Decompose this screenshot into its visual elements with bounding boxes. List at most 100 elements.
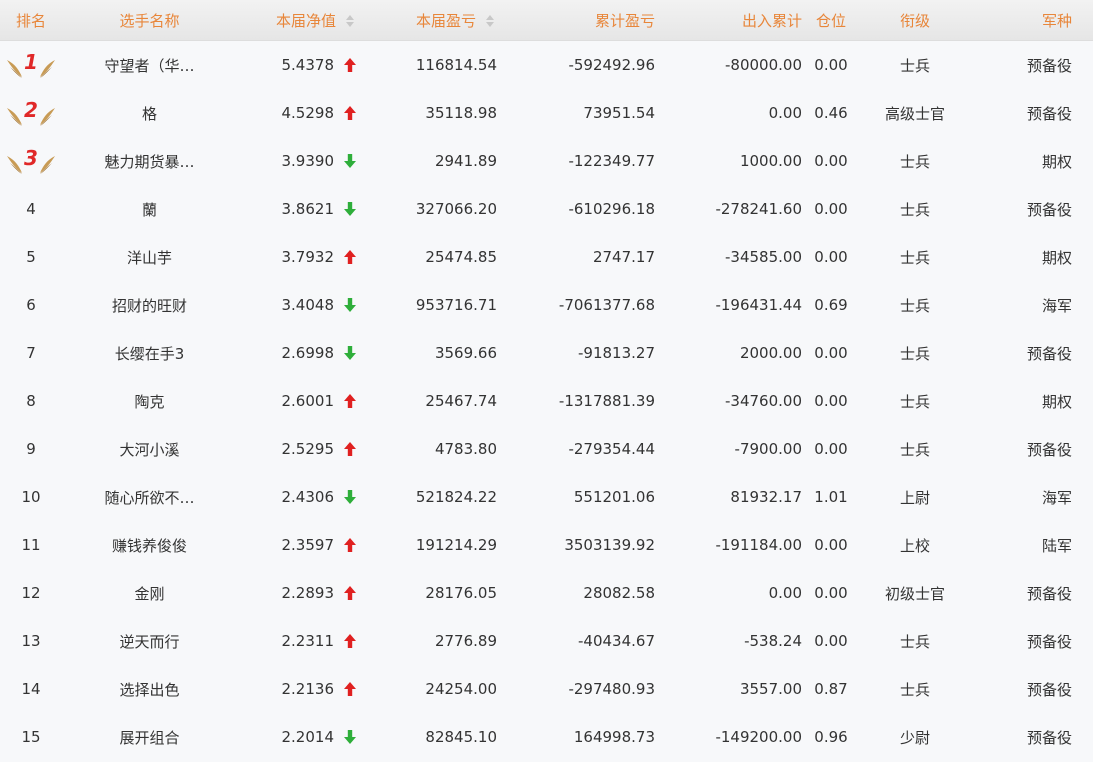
cell-type: 预备役 xyxy=(1026,104,1072,123)
arrow-up-icon xyxy=(343,105,357,121)
table-row[interactable]: 4 蘭 3.8621 327066.20 -610296.18 -278241.… xyxy=(0,185,1093,233)
cell-player-name[interactable]: 赚钱养俊俊 xyxy=(62,535,237,556)
nav-value: 2.4306 xyxy=(281,488,335,506)
cell-io: 81932.17 xyxy=(730,488,802,506)
cell-cur-pnl: 2776.89 xyxy=(434,632,497,650)
cell-player-name[interactable]: 蘭 xyxy=(62,199,237,220)
arrow-up-icon xyxy=(343,393,357,409)
cell-grade: 士兵 xyxy=(899,200,930,219)
cell-type: 海军 xyxy=(1041,488,1072,507)
cell-player-name[interactable]: 招财的旺财 xyxy=(62,295,237,316)
cell-rank: 10 xyxy=(0,488,62,506)
cell-cum-pnl: -91813.27 xyxy=(578,344,655,362)
table-row[interactable]: 10 随心所欲不… 2.4306 521824.22 551201.06 819… xyxy=(0,473,1093,521)
cell-io: -34585.00 xyxy=(725,248,802,266)
cell-grade: 士兵 xyxy=(899,56,930,75)
rank-number: 12 xyxy=(21,584,41,602)
cell-position: 0.00 xyxy=(814,392,848,410)
cell-player-name[interactable]: 长缨在手3 xyxy=(62,343,237,364)
cell-cum-pnl: -7061377.68 xyxy=(558,296,655,314)
rank-number: 2 xyxy=(24,98,38,122)
cell-cur-pnl: 953716.71 xyxy=(415,296,497,314)
medal-wings-icon: 1 xyxy=(5,48,57,82)
arrow-up-icon xyxy=(343,441,357,457)
arrow-down-icon xyxy=(343,489,357,505)
cell-type: 预备役 xyxy=(1026,200,1072,219)
table-row[interactable]: 13 逆天而行 2.2311 2776.89 -40434.67 -538.24… xyxy=(0,617,1093,665)
cell-rank: 5 xyxy=(0,248,62,266)
cell-grade: 士兵 xyxy=(899,680,930,699)
cell-io: -80000.00 xyxy=(725,56,802,74)
table-row[interactable]: 9 大河小溪 2.5295 4783.80 -279354.44 -7900.0… xyxy=(0,425,1093,473)
nav-value: 5.4378 xyxy=(281,56,335,74)
cell-cum-pnl: -279354.44 xyxy=(568,440,655,458)
arrow-up-icon xyxy=(343,57,357,73)
table-row[interactable]: 6 招财的旺财 3.4048 953716.71 -7061377.68 -19… xyxy=(0,281,1093,329)
cell-nav: 3.4048 xyxy=(237,296,357,314)
sort-icon[interactable] xyxy=(345,13,357,29)
cell-grade: 士兵 xyxy=(899,440,930,459)
cell-cum-pnl: -122349.77 xyxy=(568,152,655,170)
cell-player-name[interactable]: 格 xyxy=(62,103,237,124)
cell-type: 预备役 xyxy=(1026,56,1072,75)
sort-icon[interactable] xyxy=(485,13,497,29)
header-position: 仓位 xyxy=(815,11,846,30)
cell-io: -34760.00 xyxy=(725,392,802,410)
cell-nav: 2.5295 xyxy=(237,440,357,458)
cell-player-name[interactable]: 洋山芋 xyxy=(62,247,237,268)
cell-position: 0.00 xyxy=(814,248,848,266)
header-cur-pnl-sortable[interactable]: 本届盈亏 xyxy=(357,10,497,31)
rank-number: 3 xyxy=(24,146,38,170)
table-row[interactable]: 7 长缨在手3 2.6998 3569.66 -91813.27 2000.00… xyxy=(0,329,1093,377)
cell-rank: 6 xyxy=(0,296,62,314)
table-row[interactable]: 11 赚钱养俊俊 2.3597 191214.29 3503139.92 -19… xyxy=(0,521,1093,569)
cell-player-name[interactable]: 展开组合 xyxy=(62,727,237,748)
table-row[interactable]: 14 选择出色 2.2136 24254.00 -297480.93 3557.… xyxy=(0,665,1093,713)
cell-cur-pnl: 82845.10 xyxy=(425,728,497,746)
rank-number: 13 xyxy=(21,632,41,650)
cell-player-name[interactable]: 金刚 xyxy=(62,583,237,604)
cell-player-name[interactable]: 魅力期货暴… xyxy=(62,151,237,172)
cell-player-name[interactable]: 陶克 xyxy=(62,391,237,412)
cell-rank: 13 xyxy=(0,632,62,650)
cell-io: -278241.60 xyxy=(715,200,802,218)
cell-nav: 2.2893 xyxy=(237,584,357,602)
cell-player-name[interactable]: 逆天而行 xyxy=(62,631,237,652)
table-row[interactable]: 3 魅力期货暴… 3.9390 2941.89 -122349.77 1000.… xyxy=(0,137,1093,185)
header-name: 选手名称 xyxy=(119,11,180,30)
table-row[interactable]: 15 展开组合 2.2014 82845.10 164998.73 -14920… xyxy=(0,713,1093,761)
cell-player-name[interactable]: 随心所欲不… xyxy=(62,487,237,508)
cell-cur-pnl: 3569.66 xyxy=(434,344,497,362)
cell-nav: 2.4306 xyxy=(237,488,357,506)
nav-value: 3.4048 xyxy=(281,296,335,314)
cell-position: 0.69 xyxy=(814,296,848,314)
cell-player-name[interactable]: 大河小溪 xyxy=(62,439,237,460)
cell-type: 预备役 xyxy=(1026,728,1072,747)
cell-cur-pnl: 25467.74 xyxy=(425,392,497,410)
nav-value: 3.9390 xyxy=(281,152,335,170)
nav-value: 2.5295 xyxy=(281,440,335,458)
cell-player-name[interactable]: 选择出色 xyxy=(62,679,237,700)
rank-number: 10 xyxy=(21,488,41,506)
cell-nav: 2.6001 xyxy=(237,392,357,410)
arrow-down-icon xyxy=(343,345,357,361)
header-nav-sortable[interactable]: 本届净值 xyxy=(237,10,357,31)
medal-wings-icon: 3 xyxy=(5,144,57,178)
table-row[interactable]: 8 陶克 2.6001 25467.74 -1317881.39 -34760.… xyxy=(0,377,1093,425)
table-row[interactable]: 12 金刚 2.2893 28176.05 28082.58 0.00 0.00… xyxy=(0,569,1093,617)
header-cum-pnl: 累计盈亏 xyxy=(594,11,655,30)
cell-type: 期权 xyxy=(1041,152,1072,171)
cell-cum-pnl: 164998.73 xyxy=(573,728,655,746)
cell-position: 0.00 xyxy=(814,632,848,650)
table-row[interactable]: 1 守望者（华… 5.4378 116814.54 -592492.96 -80… xyxy=(0,41,1093,89)
cell-rank: 15 xyxy=(0,728,62,746)
arrow-up-icon xyxy=(343,585,357,601)
cell-cur-pnl: 327066.20 xyxy=(415,200,497,218)
cell-player-name[interactable]: 守望者（华… xyxy=(62,55,237,76)
cell-type: 海军 xyxy=(1041,296,1072,315)
table-row[interactable]: 5 洋山芋 3.7932 25474.85 2747.17 -34585.00 … xyxy=(0,233,1093,281)
cell-grade: 士兵 xyxy=(899,632,930,651)
table-row[interactable]: 2 格 4.5298 35118.98 73951.54 0.00 0.46 高… xyxy=(0,89,1093,137)
cell-cum-pnl: 2747.17 xyxy=(592,248,655,266)
cell-cur-pnl: 2941.89 xyxy=(434,152,497,170)
